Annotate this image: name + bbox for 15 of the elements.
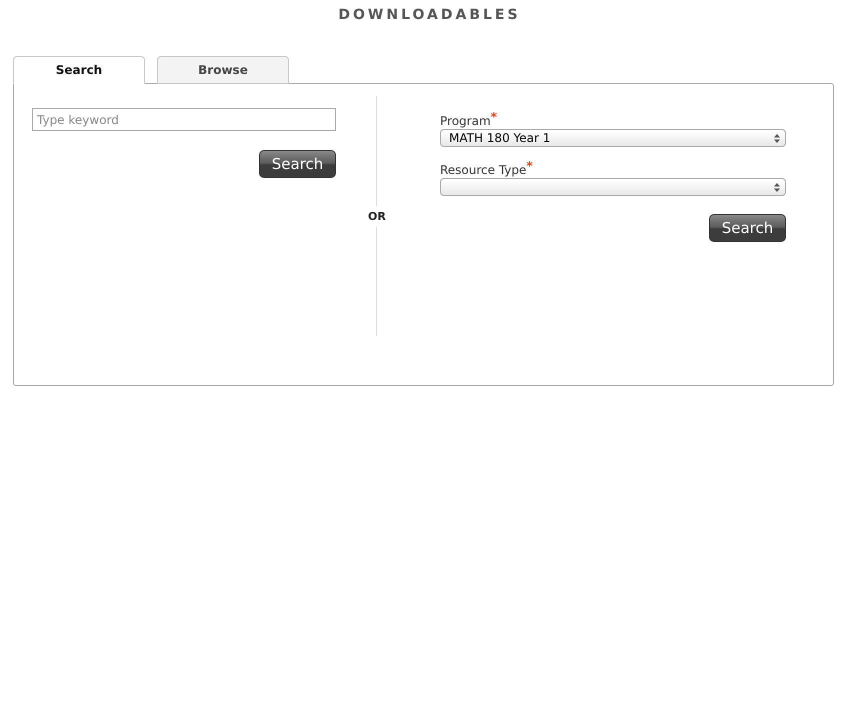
dropdown-arrows-icon bbox=[774, 134, 780, 142]
required-mark: * bbox=[490, 110, 497, 124]
search-button[interactable]: Search bbox=[259, 150, 336, 178]
required-mark: * bbox=[526, 159, 533, 173]
field-label: Program bbox=[440, 114, 491, 128]
keyword-field[interactable]: Type keyword bbox=[32, 108, 336, 131]
dropdown-arrows-icon bbox=[774, 182, 780, 192]
or-label: OR bbox=[368, 210, 386, 222]
search-button[interactable]: Search bbox=[709, 214, 786, 242]
tab[interactable]: Search bbox=[13, 56, 145, 84]
dropdown[interactable]: MATH 180 Year 1 bbox=[440, 129, 786, 147]
dropdown[interactable] bbox=[440, 178, 786, 196]
page-title: DOWNLOADABLES bbox=[337, 6, 522, 25]
field-label: Resource Type bbox=[440, 163, 526, 177]
tab[interactable]: Browse bbox=[157, 56, 289, 84]
